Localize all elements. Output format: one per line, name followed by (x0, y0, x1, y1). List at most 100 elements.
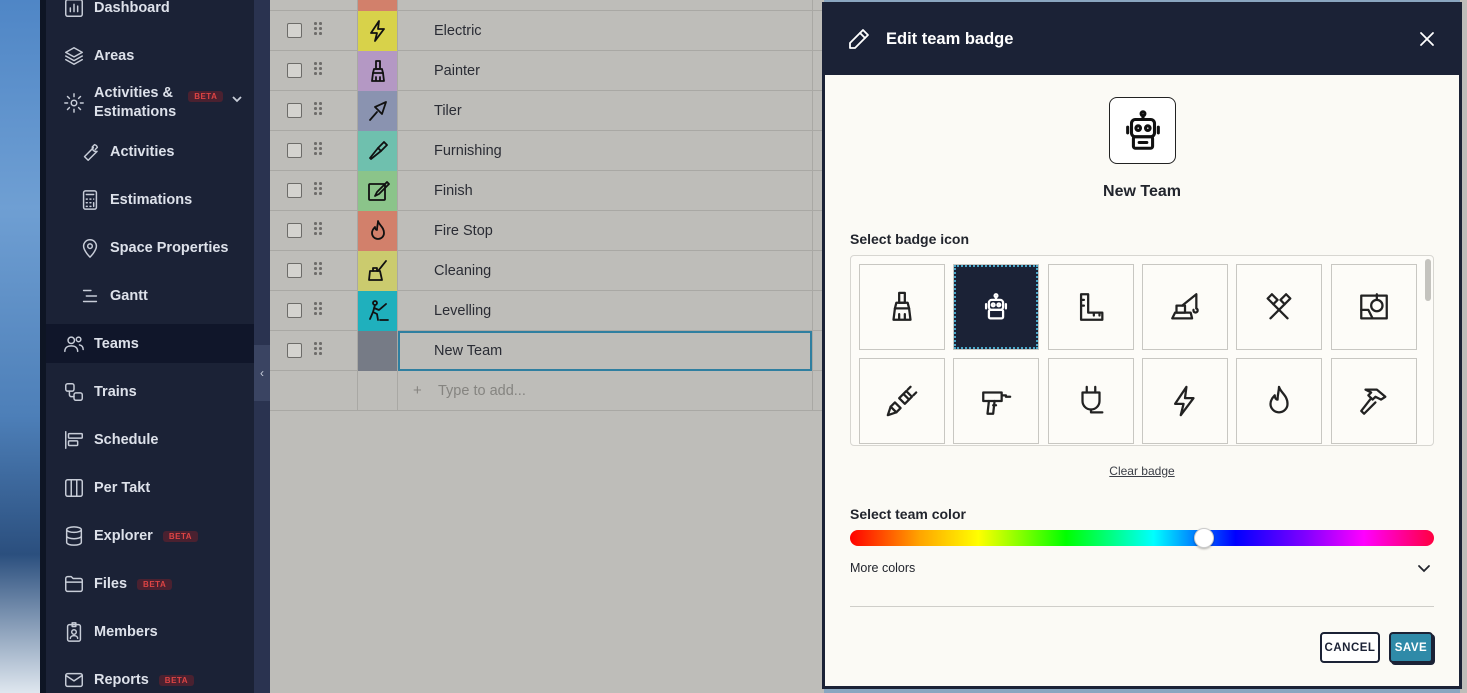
table-row[interactable]: Tiler (270, 91, 824, 131)
team-name[interactable]: Tiler (434, 103, 462, 119)
team-badge[interactable] (358, 0, 397, 11)
sidebar-item-label: Reports (94, 672, 149, 688)
icon-option-blueprint[interactable] (1331, 264, 1417, 350)
icon-option-hammer[interactable] (1331, 358, 1417, 444)
row-checkbox[interactable] (287, 263, 302, 278)
table-row[interactable]: Furnishing (270, 131, 824, 171)
team-badge[interactable] (358, 131, 397, 171)
team-name[interactable]: Fire Stop (434, 223, 493, 239)
cancel-button[interactable]: CANCEL (1320, 632, 1380, 663)
icon-option-ruler[interactable] (1048, 264, 1134, 350)
save-button[interactable]: SAVE (1389, 632, 1433, 663)
sidebar-item-label: Per Takt (94, 480, 151, 496)
sidebar-item-schedule[interactable]: Schedule (46, 427, 254, 453)
sidebar-item-reports[interactable]: Reports BETA (46, 667, 254, 693)
team-badge[interactable] (358, 251, 397, 291)
team-badge[interactable] (358, 291, 397, 331)
team-name[interactable]: Painter (434, 63, 480, 79)
row-checkbox[interactable] (287, 23, 302, 38)
team-name[interactable]: New Team (434, 343, 502, 359)
icon-option-fire[interactable] (1236, 358, 1322, 444)
chevron-left-icon: ‹ (260, 366, 264, 380)
team-name[interactable]: Levelling (434, 303, 491, 319)
row-checkbox[interactable] (287, 223, 302, 238)
drag-handle-icon[interactable] (314, 302, 322, 318)
table-row[interactable]: Electric (270, 11, 824, 51)
sidebar-item-per-takt[interactable]: Per Takt (46, 475, 254, 501)
row-checkbox[interactable] (287, 183, 302, 198)
drag-handle-icon[interactable] (314, 22, 322, 38)
team-badge[interactable] (358, 331, 397, 371)
icon-option-robot[interactable] (953, 264, 1039, 350)
add-team-row[interactable]: + Type to add... (270, 371, 824, 411)
sidebar-item-files[interactable]: Files BETA (46, 571, 254, 597)
sidebar-item-gantt[interactable]: Gantt (46, 283, 254, 309)
hue-slider[interactable] (850, 530, 1434, 546)
lightning-icon (369, 20, 385, 42)
table-row[interactable]: Finish (270, 171, 824, 211)
icon-grid-scrollbar[interactable] (1425, 259, 1431, 301)
sidebar-item-label: Gantt (110, 288, 148, 304)
table-row[interactable] (270, 0, 824, 11)
team-badge[interactable] (358, 11, 397, 51)
drag-handle-icon[interactable] (314, 222, 322, 238)
add-team-input[interactable]: Type to add... (438, 383, 526, 399)
sidebar-item-dashboard[interactable]: Dashboard (46, 0, 254, 20)
team-name[interactable]: Finish (434, 183, 473, 199)
sidebar-item-space-properties[interactable]: Space Properties (46, 235, 254, 261)
icon-option-drill[interactable] (953, 358, 1039, 444)
drag-handle-icon[interactable] (314, 262, 322, 278)
table-row[interactable]: Cleaning (270, 251, 824, 291)
sidebar-item-members[interactable]: Members (46, 619, 254, 645)
team-badge[interactable] (358, 211, 397, 251)
close-icon[interactable] (1415, 27, 1439, 51)
sidebar-item-activities[interactable]: Activities (46, 139, 254, 165)
chevron-down-icon[interactable] (1415, 559, 1433, 577)
team-badge[interactable] (358, 91, 397, 131)
row-checkbox[interactable] (287, 103, 302, 118)
sidebar-item-activities-estimations[interactable]: Activities & Estimations BETA (46, 84, 254, 122)
drag-handle-icon[interactable] (314, 142, 322, 158)
divider (850, 606, 1434, 607)
table-row[interactable]: New Team (270, 331, 824, 371)
team-name[interactable]: Furnishing (434, 143, 502, 159)
wrench-icon (78, 140, 102, 164)
icon-option-socket-plug[interactable] (1048, 358, 1134, 444)
drag-handle-icon[interactable] (314, 62, 322, 78)
sidebar-item-areas[interactable]: Areas (46, 43, 254, 69)
ruler-icon (1079, 293, 1104, 321)
beta-badge: BETA (137, 578, 173, 590)
sidebar-item-estimations[interactable]: Estimations (46, 187, 254, 213)
clear-badge-link[interactable]: Clear badge (825, 464, 1459, 478)
row-checkbox[interactable] (287, 143, 302, 158)
table-row[interactable]: Fire Stop (270, 211, 824, 251)
table-row[interactable]: Painter (270, 51, 824, 91)
column-divider (397, 251, 398, 291)
chevron-down-icon[interactable] (231, 93, 243, 105)
table-row[interactable]: Levelling (270, 291, 824, 331)
sidebar-item-explorer[interactable]: Explorer BETA (46, 523, 254, 549)
dialog-title: Edit team badge (886, 30, 1014, 48)
drag-handle-icon[interactable] (314, 342, 322, 358)
team-badge[interactable] (358, 51, 397, 91)
row-checkbox[interactable] (287, 303, 302, 318)
row-checkbox[interactable] (287, 63, 302, 78)
icon-option-crane[interactable] (1142, 264, 1228, 350)
beta-badge: BETA (188, 90, 224, 102)
row-checkbox[interactable] (287, 343, 302, 358)
icon-option-lightning[interactable] (1142, 358, 1228, 444)
team-name[interactable]: Electric (434, 23, 482, 39)
pencil-icon (847, 27, 871, 51)
icon-option-crossed-hammers[interactable] (1236, 264, 1322, 350)
sidebar-item-trains[interactable]: Trains (46, 379, 254, 405)
team-name[interactable]: Cleaning (434, 263, 491, 279)
drag-handle-icon[interactable] (314, 102, 322, 118)
icon-option-brush[interactable] (859, 264, 945, 350)
sidebar-item-teams[interactable]: Teams (46, 324, 254, 363)
collapse-sidebar-button[interactable]: ‹ (254, 345, 270, 401)
icon-option-plug[interactable] (859, 358, 945, 444)
hue-slider-thumb[interactable] (1194, 528, 1214, 548)
more-colors-toggle[interactable]: More colors (850, 561, 915, 575)
drag-handle-icon[interactable] (314, 182, 322, 198)
team-badge[interactable] (358, 171, 397, 211)
